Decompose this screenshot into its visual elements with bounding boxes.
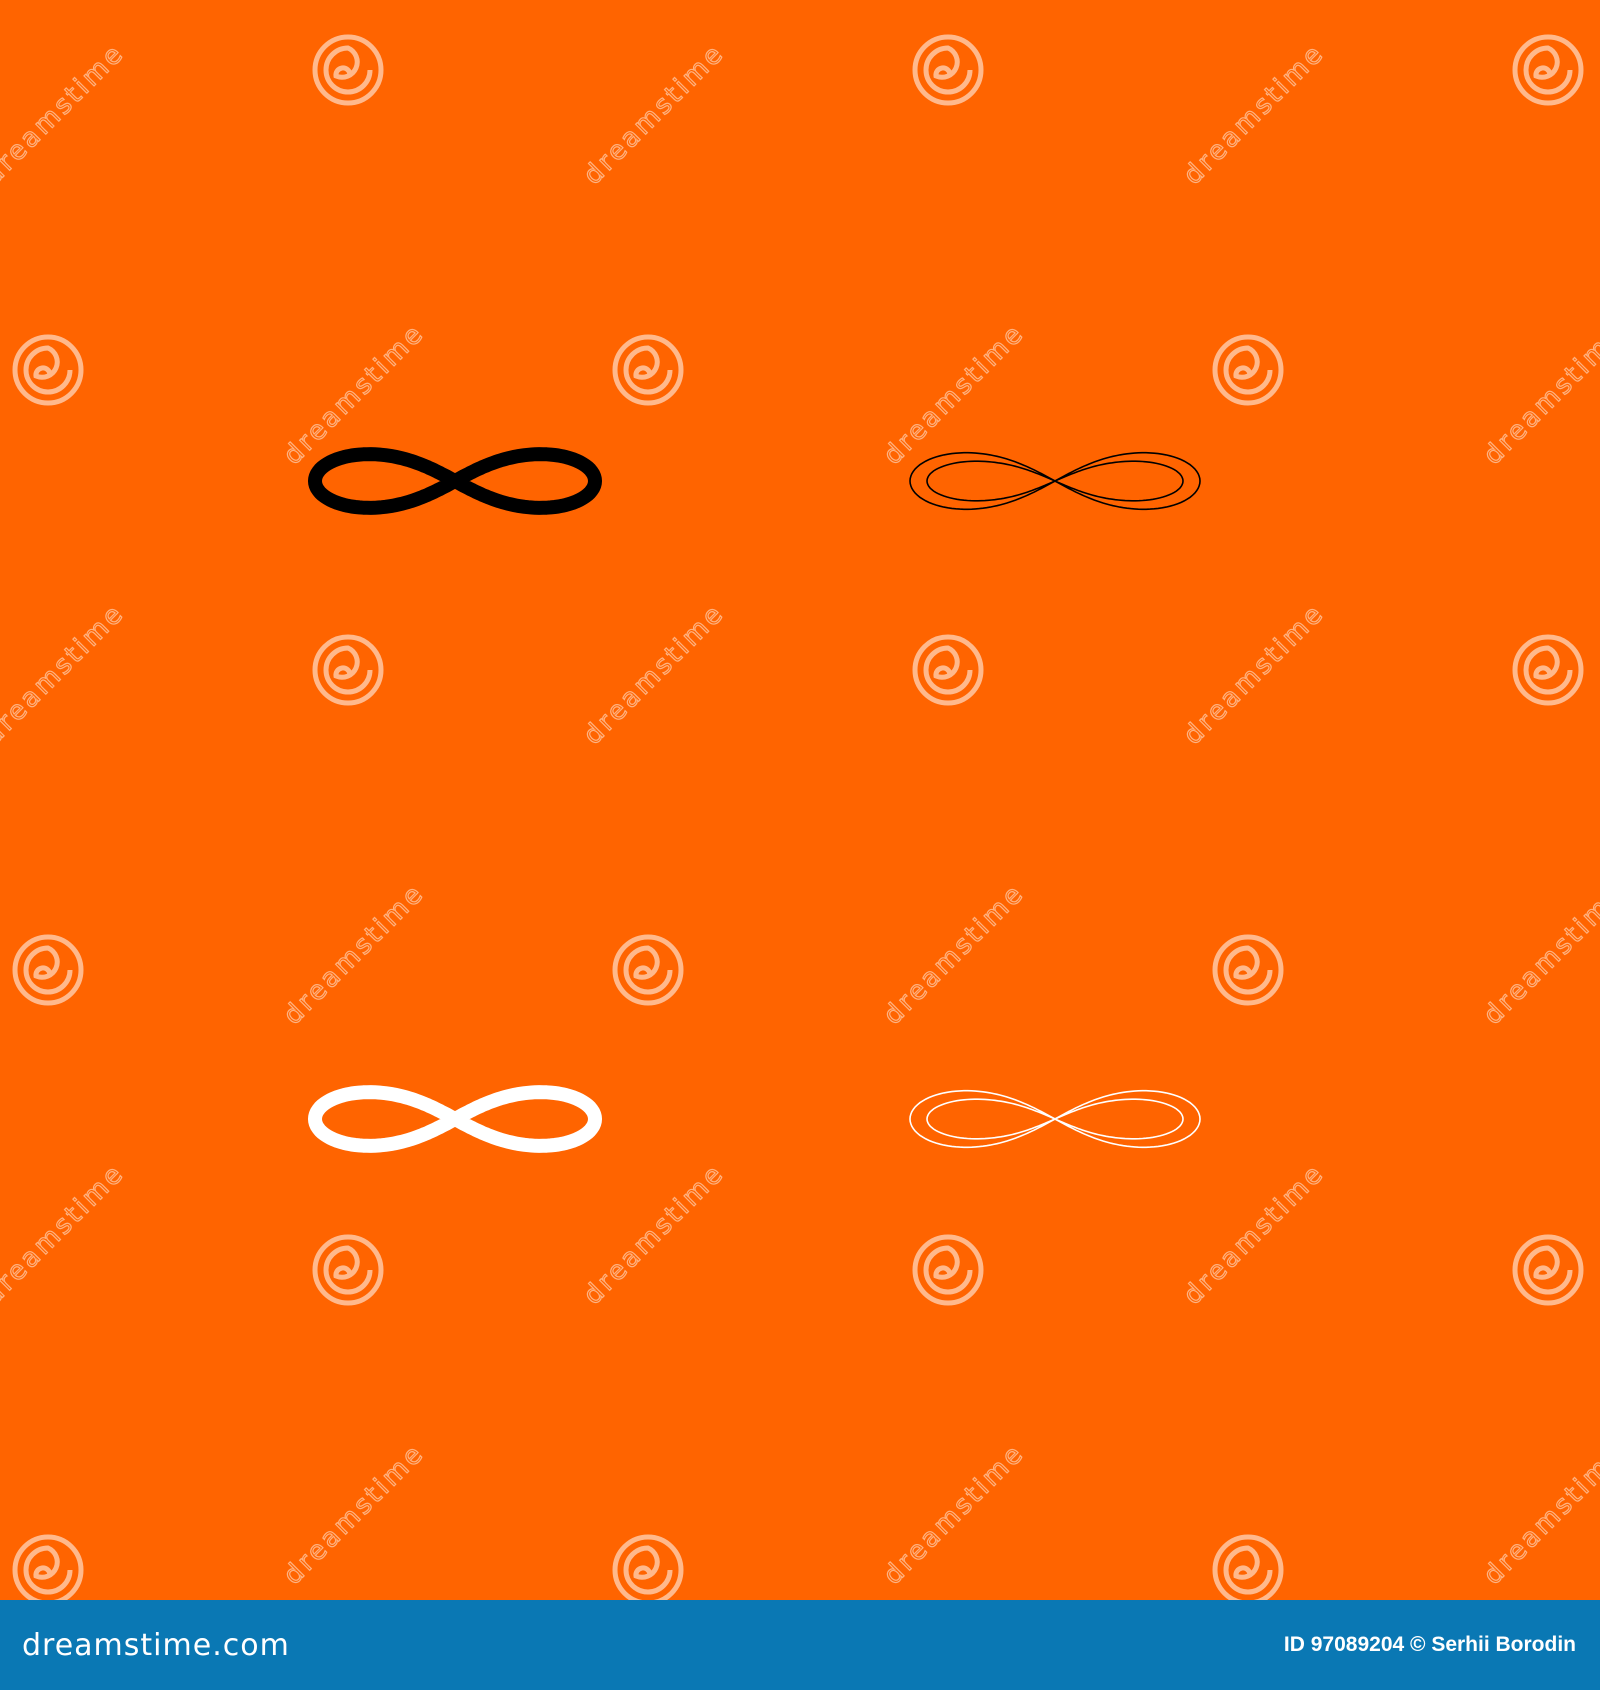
dreamstime-spiral-icon [912, 634, 984, 706]
dreamstime-spiral-icon [1212, 334, 1284, 406]
dreamstime-spiral-icon [612, 334, 684, 406]
footer-brand[interactable]: dreamstime.com [22, 1628, 290, 1663]
dreamstime-spiral-icon [12, 334, 84, 406]
footer-credit: ID 97089204 © Serhii Borodin [1283, 1633, 1576, 1656]
dreamstime-spiral-icon [312, 34, 384, 106]
orange-background [0, 0, 1600, 1600]
dreamstime-spiral-icon [912, 1234, 984, 1306]
dreamstime-spiral-icon [612, 934, 684, 1006]
image-canvas: dreamstime dreamstime dreamstime dreamstime… [0, 0, 1600, 1600]
dreamstime-spiral-icon [312, 1234, 384, 1306]
dreamstime-spiral-icon [1212, 934, 1284, 1006]
dreamstime-spiral-icon [312, 634, 384, 706]
dreamstime-spiral-icon [1512, 634, 1584, 706]
dreamstime-spiral-icon [12, 934, 84, 1006]
dreamstime-spiral-icon [912, 34, 984, 106]
dreamstime-spiral-icon [1512, 34, 1584, 106]
dreamstime-spiral-icon [1512, 1234, 1584, 1306]
footer-bar: dreamstime.com ID 97089204 © Serhii Boro… [0, 1600, 1600, 1690]
